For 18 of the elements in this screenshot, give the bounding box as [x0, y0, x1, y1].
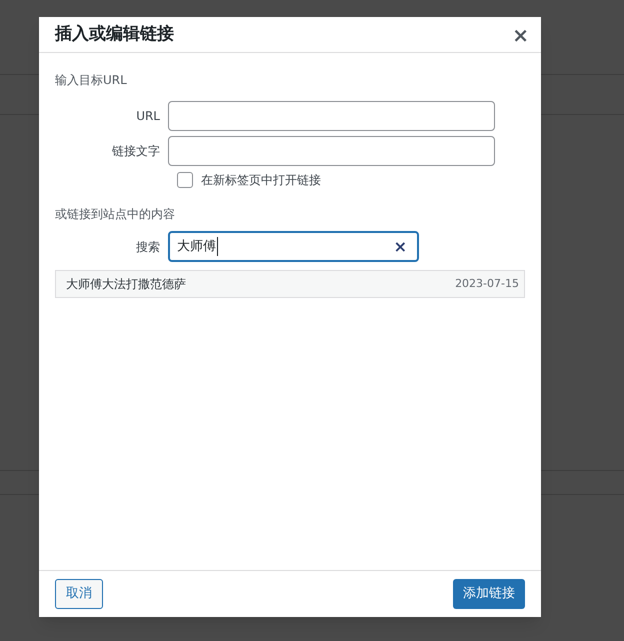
section-heading: 或链接到站点中的内容 [55, 206, 176, 223]
link-text-label: 链接文字 [111, 143, 161, 160]
cancel-button[interactable]: 取消 [55, 579, 103, 609]
section-heading: 输入目标URL [55, 72, 128, 89]
dialog-title: 插入或编辑链接 [55, 22, 174, 46]
checkbox[interactable] [177, 172, 193, 188]
result-date: 2023-07-15 [455, 276, 519, 292]
search-field[interactable]: 大师傅 × [168, 231, 419, 262]
url-label: URL [135, 108, 161, 125]
result-item[interactable]: 大师傅大法打撒范德萨 2023-07-15 [56, 271, 524, 297]
add-link-button[interactable]: 添加链接 [453, 579, 525, 609]
close-button[interactable]: × [512, 24, 529, 44]
clear-button[interactable]: × [394, 238, 407, 254]
checkbox-label: 在新标签页中打开链接 [201, 172, 321, 189]
search-label: 搜索 [135, 238, 161, 256]
link-text-field[interactable] [168, 136, 495, 166]
result-title: 大师傅大法打撒范德萨 [66, 276, 186, 293]
url-field[interactable] [168, 101, 495, 131]
